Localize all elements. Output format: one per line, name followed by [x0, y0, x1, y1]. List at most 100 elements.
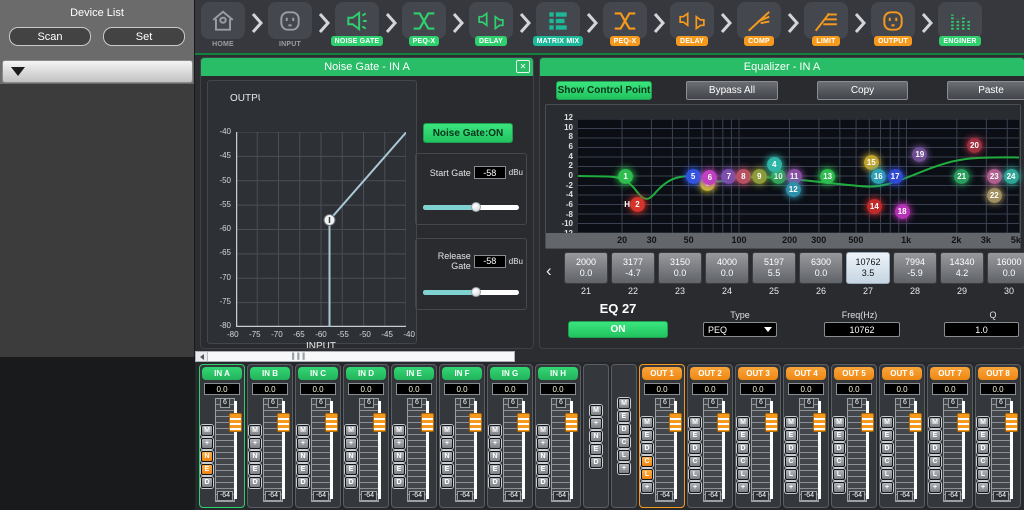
- noise-gate-on-button[interactable]: Noise Gate:ON: [423, 123, 513, 143]
- release-gate-slider[interactable]: [423, 290, 519, 295]
- channel-label[interactable]: OUT 3: [738, 367, 778, 380]
- spacer-button-m[interactable]: M: [590, 405, 602, 416]
- fader-handle[interactable]: [565, 413, 578, 432]
- release-gate-slider-knob[interactable]: [471, 287, 481, 297]
- band-on-button[interactable]: ON: [568, 321, 668, 338]
- channel-button-m[interactable]: M: [689, 417, 701, 428]
- channel-button-m[interactable]: M: [977, 417, 989, 428]
- channel-button-e[interactable]: E: [345, 464, 357, 475]
- channel-button-m[interactable]: M: [489, 425, 501, 436]
- channel-button-c[interactable]: C: [689, 456, 701, 467]
- spacer-button-d[interactable]: D: [618, 424, 630, 435]
- channel-button-m[interactable]: M: [249, 425, 261, 436]
- channel-button-m[interactable]: M: [833, 417, 845, 428]
- start-gate-slider[interactable]: [423, 205, 519, 210]
- channel-button-d[interactable]: D: [489, 477, 501, 488]
- channel-button-e[interactable]: E: [977, 430, 989, 441]
- channel-button-c[interactable]: C: [737, 456, 749, 467]
- scrollbar-thumb[interactable]: ▐▐▐: [207, 352, 514, 361]
- toolbar-item-home[interactable]: HOME: [200, 2, 246, 48]
- channel-button-d[interactable]: D: [393, 477, 405, 488]
- channel-button-m[interactable]: M: [345, 425, 357, 436]
- fader-handle[interactable]: [717, 413, 730, 432]
- spacer-button-n[interactable]: N: [590, 431, 602, 442]
- toolbar-item-peq-x-out[interactable]: PEQ-X: [602, 2, 648, 46]
- channel-button-+[interactable]: +: [881, 482, 893, 493]
- eq-control-point-13[interactable]: 13: [820, 169, 835, 184]
- toolbar-item-limit[interactable]: LIMIT: [803, 2, 849, 46]
- channel-button-e[interactable]: E: [249, 464, 261, 475]
- spacer-button-e[interactable]: E: [590, 444, 602, 455]
- channel-button-d[interactable]: D: [249, 477, 261, 488]
- fader-handle[interactable]: [421, 413, 434, 432]
- fader-handle[interactable]: [229, 413, 242, 432]
- channel-button-d[interactable]: D: [881, 443, 893, 454]
- channel-button-l[interactable]: L: [929, 469, 941, 480]
- q-input[interactable]: 1.0: [944, 322, 1019, 337]
- toolbar-item-delay-out[interactable]: DELAY: [669, 2, 715, 46]
- channel-button-m[interactable]: M: [881, 417, 893, 428]
- channel-label[interactable]: OUT 2: [690, 367, 730, 380]
- toolbar-item-comp[interactable]: COMP: [736, 2, 782, 46]
- bypass-all-button[interactable]: Bypass All: [686, 81, 778, 100]
- channel-label[interactable]: IN C: [298, 367, 338, 380]
- eq-band-cell-29[interactable]: 143404.2: [940, 252, 984, 284]
- eq-band-cell-23[interactable]: 31500.0: [658, 252, 702, 284]
- eq-control-point-19[interactable]: 19: [912, 147, 927, 162]
- channel-button-+[interactable]: +: [689, 482, 701, 493]
- scan-button[interactable]: Scan: [9, 27, 91, 46]
- channel-label[interactable]: OUT 5: [834, 367, 874, 380]
- toolbar-item-input[interactable]: INPUT: [267, 2, 313, 48]
- channel-label[interactable]: IN B: [250, 367, 290, 380]
- channel-gain-value[interactable]: 0.0: [884, 383, 920, 395]
- spacer-button-m[interactable]: M: [618, 398, 630, 409]
- scroll-left-arrow-icon[interactable]: [196, 352, 207, 361]
- channel-button-m[interactable]: M: [737, 417, 749, 428]
- channel-gain-value[interactable]: 0.0: [644, 383, 680, 395]
- channel-label[interactable]: IN A: [202, 367, 242, 380]
- equalizer-plot[interactable]: 12H3567891041112131415161718192021222324: [578, 119, 1019, 233]
- channel-button-+[interactable]: +: [297, 438, 309, 449]
- channel-button-d[interactable]: D: [345, 477, 357, 488]
- eq-band-cell-27[interactable]: 107623.5: [846, 252, 890, 284]
- channel-button-l[interactable]: L: [737, 469, 749, 480]
- channel-button-+[interactable]: +: [785, 482, 797, 493]
- channel-gain-value[interactable]: 0.0: [204, 383, 240, 395]
- spacer-button-c[interactable]: C: [618, 437, 630, 448]
- channel-button-d[interactable]: D: [537, 477, 549, 488]
- channel-button-e[interactable]: E: [929, 430, 941, 441]
- spacer-button-d[interactable]: D: [590, 457, 602, 468]
- eq-control-point-22[interactable]: 22: [987, 188, 1002, 203]
- eq-band-cell-22[interactable]: 3177-4.7: [611, 252, 655, 284]
- channel-button-m[interactable]: M: [641, 417, 653, 428]
- channel-button-l[interactable]: L: [689, 469, 701, 480]
- channel-button-d[interactable]: D: [201, 477, 213, 488]
- channel-button-e[interactable]: E: [785, 430, 797, 441]
- channel-button-m[interactable]: M: [201, 425, 213, 436]
- channel-button-n[interactable]: N: [441, 451, 453, 462]
- channel-label[interactable]: IN H: [538, 367, 578, 380]
- channel-button-m[interactable]: M: [929, 417, 941, 428]
- channel-gain-value[interactable]: 0.0: [740, 383, 776, 395]
- eq-control-point-8[interactable]: 8: [736, 169, 751, 184]
- eq-control-point-21[interactable]: 21: [954, 169, 969, 184]
- channel-button-+[interactable]: +: [393, 438, 405, 449]
- fader-handle[interactable]: [861, 413, 874, 432]
- channel-gain-value[interactable]: 0.0: [300, 383, 336, 395]
- channel-button-m[interactable]: M: [537, 425, 549, 436]
- channel-button-m[interactable]: M: [441, 425, 453, 436]
- eq-control-point-23[interactable]: 23: [987, 169, 1002, 184]
- start-gate-slider-knob[interactable]: [471, 202, 481, 212]
- eq-control-point-5[interactable]: 5: [686, 169, 701, 184]
- channel-button-e[interactable]: E: [689, 430, 701, 441]
- channel-button-e[interactable]: E: [201, 464, 213, 475]
- bands-scroll-left-icon[interactable]: ‹: [546, 255, 561, 287]
- channel-label[interactable]: OUT 4: [786, 367, 826, 380]
- channel-button-+[interactable]: +: [537, 438, 549, 449]
- eq-control-point-2[interactable]: 2H: [630, 197, 645, 212]
- channel-button-c[interactable]: C: [641, 456, 653, 467]
- set-button[interactable]: Set: [103, 27, 185, 46]
- channel-label[interactable]: OUT 1: [642, 367, 682, 380]
- channel-button-n[interactable]: N: [345, 451, 357, 462]
- channel-button-n[interactable]: N: [393, 451, 405, 462]
